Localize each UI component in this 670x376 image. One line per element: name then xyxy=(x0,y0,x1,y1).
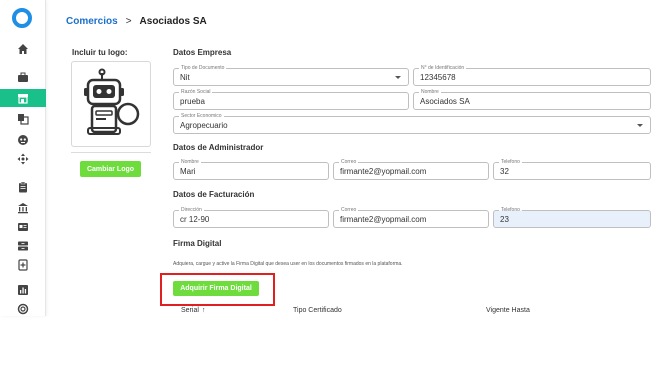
tipo-documento-select[interactable]: Tipo de Documento Nit xyxy=(173,65,409,86)
tipo-documento-value: Nit xyxy=(180,73,190,82)
move-icon[interactable] xyxy=(0,150,46,168)
direccion-label: Dirección xyxy=(179,207,204,214)
briefcase-icon[interactable] xyxy=(0,68,46,86)
breadcrumb-comercios-link[interactable]: Comercios xyxy=(66,16,118,27)
identificacion-value: 12345678 xyxy=(420,73,456,82)
facturacion-correo-label: Correo xyxy=(339,207,359,214)
admin-telefono-field[interactable]: Telefono 32 xyxy=(493,159,651,180)
column-header-vigente-hasta[interactable]: Vigente Hasta xyxy=(486,307,530,314)
facturacion-telefono-value: 23 xyxy=(500,215,509,224)
nombre-empresa-value: Asociados SA xyxy=(420,97,470,106)
datos-empresa-title: Datos Empresa xyxy=(173,48,232,57)
admin-nombre-value: Mari xyxy=(180,167,196,176)
clipboard-icon[interactable] xyxy=(0,178,46,196)
breadcrumb: Comercios > Asociados SA xyxy=(66,16,207,27)
nombre-empresa-label: Nombre xyxy=(419,89,441,96)
lifebuoy-icon[interactable] xyxy=(0,300,46,318)
razon-social-field[interactable]: Razón Social prueba xyxy=(173,89,409,110)
id-card-icon[interactable] xyxy=(0,218,46,236)
admin-telefono-value: 32 xyxy=(500,167,509,176)
store-icon[interactable] xyxy=(0,89,46,107)
chevron-down-icon xyxy=(395,76,401,79)
vigente-hasta-header-label: Vigente Hasta xyxy=(486,307,530,314)
copy-icon[interactable] xyxy=(0,110,46,128)
admin-correo-value: firmante2@yopmail.com xyxy=(340,167,427,176)
identificacion-field[interactable]: N° de Identificación 12345678 xyxy=(413,65,651,86)
facturacion-correo-value: firmante2@yopmail.com xyxy=(340,215,427,224)
breadcrumb-current: Asociados SA xyxy=(139,16,207,27)
change-logo-button[interactable]: Cambiar Logo xyxy=(80,161,141,177)
logo-divider xyxy=(71,152,151,153)
facturacion-telefono-label: Telefono xyxy=(499,207,522,214)
tipo-documento-label: Tipo de Documento xyxy=(179,65,227,72)
logo-preview xyxy=(71,61,151,147)
inbox-icon[interactable] xyxy=(0,237,46,255)
bank-icon[interactable] xyxy=(0,199,46,217)
file-plus-icon[interactable] xyxy=(0,256,46,274)
breadcrumb-separator: > xyxy=(125,16,132,27)
admin-correo-field[interactable]: Correo firmante2@yopmail.com xyxy=(333,159,489,180)
razon-social-label: Razón Social xyxy=(179,89,213,96)
column-header-tipo-certificado[interactable]: Tipo Certificado xyxy=(293,307,342,314)
column-header-serial[interactable]: Serial ↑ xyxy=(181,307,205,314)
logo-section-title: Incluir tu logo: xyxy=(72,48,128,57)
firma-digital-description: Adquiera, cargue y active la Firma Digit… xyxy=(173,261,403,267)
datos-facturacion-title: Datos de Facturación xyxy=(173,190,255,199)
identificacion-label: N° de Identificación xyxy=(419,65,467,72)
sort-arrow-up-icon: ↑ xyxy=(201,307,206,314)
admin-correo-label: Correo xyxy=(339,159,359,166)
robot-logo-icon xyxy=(84,68,140,135)
facturacion-telefono-field[interactable]: Telefono 23 xyxy=(493,207,651,228)
highlight-box xyxy=(160,273,275,306)
admin-nombre-label: Nombre xyxy=(179,159,201,166)
sector-economico-label: Sector Economico xyxy=(179,113,224,120)
sidebar xyxy=(0,0,46,316)
datos-admin-title: Datos de Administrador xyxy=(173,143,264,152)
tipo-certificado-header-label: Tipo Certificado xyxy=(293,307,342,314)
razon-social-value: prueba xyxy=(180,97,205,106)
firma-digital-title: Firma Digital xyxy=(173,239,222,248)
nombre-empresa-field[interactable]: Nombre Asociados SA xyxy=(413,89,651,110)
sector-economico-value: Agropecuario xyxy=(180,121,228,130)
admin-telefono-label: Telefono xyxy=(499,159,522,166)
chart-icon[interactable] xyxy=(0,281,46,299)
robot-icon[interactable] xyxy=(0,131,46,149)
home-icon[interactable] xyxy=(0,40,46,58)
direccion-value: cr 12-90 xyxy=(180,215,210,224)
app-root: Comercios > Asociados SA Incluir tu logo… xyxy=(0,0,670,376)
facturacion-correo-field[interactable]: Correo firmante2@yopmail.com xyxy=(333,207,489,228)
chevron-down-icon xyxy=(637,124,643,127)
admin-nombre-field[interactable]: Nombre Mari xyxy=(173,159,329,180)
serial-header-label: Serial xyxy=(181,307,199,314)
app-logo[interactable] xyxy=(12,8,32,28)
direccion-field[interactable]: Dirección cr 12-90 xyxy=(173,207,329,228)
sector-economico-select[interactable]: Sector Economico Agropecuario xyxy=(173,113,651,134)
